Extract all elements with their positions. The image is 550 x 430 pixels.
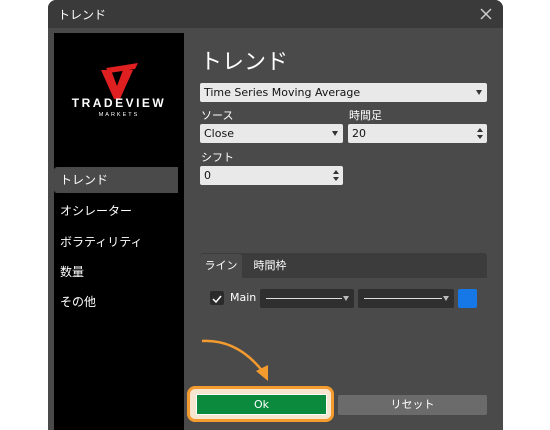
stepper-icon[interactable] xyxy=(333,169,339,182)
source-label: ソース xyxy=(201,109,234,122)
sidebar-item-volatility[interactable]: ボラティリティ xyxy=(54,229,178,255)
sidebar-item-other[interactable]: その他 xyxy=(54,289,178,315)
line-width-select[interactable] xyxy=(358,289,454,308)
main-line-label: Main xyxy=(230,291,257,304)
indicator-select[interactable]: Time Series Moving Average xyxy=(200,83,487,102)
sidebar-item-label: その他 xyxy=(60,295,97,309)
tab-label: 時間枠 xyxy=(253,259,287,272)
chevron-down-icon xyxy=(343,296,349,301)
shift-stepper[interactable]: 0 xyxy=(200,166,343,185)
source-select[interactable]: Close xyxy=(200,124,343,143)
sidebar-item-oscillator[interactable]: オシレーター xyxy=(54,198,178,224)
source-select-value: Close xyxy=(204,127,234,140)
sidebar-item-volume[interactable]: 数量 xyxy=(54,259,178,285)
line-style-preview xyxy=(266,298,342,299)
close-icon[interactable] xyxy=(477,5,495,23)
sidebar-item-label: トレンド xyxy=(60,173,109,187)
line-color-swatch[interactable] xyxy=(458,289,477,308)
tab-line[interactable]: ライン xyxy=(200,254,242,278)
sidebar-item-label: オシレーター xyxy=(60,204,133,218)
timeframe-value: 20 xyxy=(352,127,366,140)
chevron-down-icon xyxy=(332,131,338,136)
ok-button[interactable]: Ok xyxy=(196,394,327,415)
tab-label: ライン xyxy=(204,259,238,272)
page-title: トレンド xyxy=(200,50,289,75)
sidebar-item-label: ボラティリティ xyxy=(60,235,143,249)
timeframe-stepper[interactable]: 20 xyxy=(348,124,487,143)
sidebar-item-label: 数量 xyxy=(60,265,85,279)
pointer-arrow-icon xyxy=(201,339,268,381)
line-width-preview xyxy=(364,298,442,299)
sidebar-item-trend[interactable]: トレンド xyxy=(54,167,178,193)
line-style-select[interactable] xyxy=(260,289,354,308)
logo-subtitle: MARKETS xyxy=(99,112,140,118)
shift-label: シフト xyxy=(201,151,234,164)
chevron-down-icon xyxy=(443,296,449,301)
chevron-down-icon xyxy=(476,90,482,95)
indicator-select-value: Time Series Moving Average xyxy=(204,86,361,99)
timeframe-label: 時間足 xyxy=(349,109,382,122)
tradeview-logo: TRADEVIEW MARKETS xyxy=(72,63,167,118)
reset-button[interactable]: リセット xyxy=(338,395,487,415)
tab-timeframe[interactable]: 時間枠 xyxy=(246,254,294,278)
window-title: トレンド xyxy=(58,7,107,22)
indicator-dialog: トレンド TRADEVIEW MARKETS トレンド オシレーター ボラティリ… xyxy=(48,0,503,430)
check-icon xyxy=(212,295,222,304)
logo-brand: TRADEVIEW xyxy=(72,96,167,110)
title-bar: トレンド xyxy=(48,0,503,28)
main-line-checkbox[interactable] xyxy=(210,291,224,305)
stepper-icon[interactable] xyxy=(477,127,483,140)
shift-value: 0 xyxy=(204,169,211,182)
